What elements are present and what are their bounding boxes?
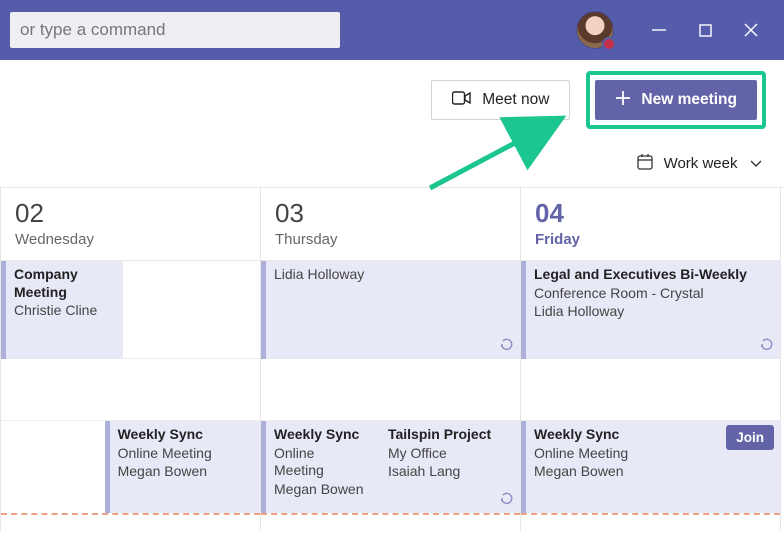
calendar-range-icon	[636, 153, 654, 175]
plus-icon	[615, 90, 631, 111]
window-maximize-button[interactable]	[682, 7, 728, 53]
view-bar: Work week	[0, 140, 784, 188]
event-organizer: Christie Cline	[14, 302, 115, 320]
event-company-meeting[interactable]: Company Meeting Christie Cline	[1, 261, 123, 359]
meet-now-label: Meet now	[482, 91, 549, 109]
presence-busy-icon	[602, 37, 616, 51]
event-title: Weekly Sync	[118, 426, 252, 444]
view-mode-dropdown[interactable]: Work week	[664, 155, 762, 172]
day-number: 02	[15, 198, 246, 229]
event-title: Company Meeting	[14, 266, 115, 301]
event-lidia-thu[interactable]: Lidia Holloway	[261, 261, 520, 359]
recurring-icon	[500, 492, 514, 509]
event-location: Online Meeting	[274, 445, 367, 480]
event-location: Online Meeting	[118, 445, 252, 463]
new-meeting-button[interactable]: New meeting	[595, 80, 757, 120]
event-organizer: Megan Bowen	[534, 463, 772, 481]
day-number: 03	[275, 198, 506, 229]
day-column-thu: 03 Thursday Lidia Holloway Weekly Sync O…	[261, 188, 521, 531]
day-column-fri: 04 Friday Legal and Executives Bi-Weekly…	[521, 188, 781, 531]
day-header[interactable]: 04 Friday	[521, 188, 780, 261]
search-placeholder: or type a command	[20, 20, 166, 40]
day-slots: Company Meeting Christie Cline Weekly Sy…	[1, 261, 260, 531]
event-tailspin[interactable]: Tailspin Project My Office Isaiah Lang	[375, 421, 520, 513]
view-mode-label: Work week	[664, 155, 738, 172]
day-name: Friday	[535, 231, 766, 248]
meet-now-button[interactable]: Meet now	[431, 80, 570, 120]
event-title: Legal and Executives Bi-Weekly	[534, 266, 772, 284]
day-column-wed: 02 Wednesday Company Meeting Christie Cl…	[1, 188, 261, 531]
event-location: My Office	[388, 445, 512, 463]
day-header[interactable]: 03 Thursday	[261, 188, 520, 261]
day-slots: Lidia Holloway Weekly Sync Online Meetin…	[261, 261, 520, 531]
event-weekly-sync-thu[interactable]: Weekly Sync Online Meeting Megan Bowen	[261, 421, 375, 513]
event-organizer: Megan Bowen	[274, 481, 367, 499]
event-title: Weekly Sync	[274, 426, 367, 444]
recurring-icon	[760, 338, 774, 355]
video-icon	[452, 90, 472, 111]
calendar-toolbar: Meet now New meeting	[0, 60, 784, 140]
event-weekly-sync-fri[interactable]: Weekly Sync Online Meeting Megan Bowen J…	[521, 421, 780, 513]
new-meeting-label: New meeting	[641, 91, 737, 109]
window-close-button[interactable]	[728, 7, 774, 53]
chevron-down-icon	[750, 155, 762, 172]
event-organizer: Lidia Holloway	[274, 266, 512, 284]
event-location: Conference Room - Crystal	[534, 285, 772, 303]
title-bar: or type a command	[0, 0, 784, 60]
event-organizer: Isaiah Lang	[388, 463, 512, 481]
calendar-grid: 02 Wednesday Company Meeting Christie Cl…	[0, 188, 784, 531]
event-organizer: Lidia Holloway	[534, 303, 772, 321]
profile-avatar[interactable]	[576, 11, 614, 49]
event-title: Tailspin Project	[388, 426, 512, 444]
event-legal-exec[interactable]: Legal and Executives Bi-Weekly Conferenc…	[521, 261, 780, 359]
day-name: Wednesday	[15, 231, 246, 248]
current-time-indicator	[261, 513, 520, 515]
event-organizer: Megan Bowen	[118, 463, 252, 481]
recurring-icon	[500, 338, 514, 355]
event-weekly-sync-wed[interactable]: Weekly Sync Online Meeting Megan Bowen	[105, 421, 260, 513]
day-number: 04	[535, 198, 766, 229]
join-meeting-button[interactable]: Join	[726, 425, 774, 450]
day-header[interactable]: 02 Wednesday	[1, 188, 260, 261]
current-time-indicator	[1, 513, 260, 515]
day-slots: Legal and Executives Bi-Weekly Conferenc…	[521, 261, 780, 531]
search-input[interactable]: or type a command	[10, 12, 340, 48]
annotation-highlight-box: New meeting	[586, 71, 766, 129]
current-time-indicator	[521, 513, 780, 515]
day-name: Thursday	[275, 231, 506, 248]
window-minimize-button[interactable]	[636, 7, 682, 53]
